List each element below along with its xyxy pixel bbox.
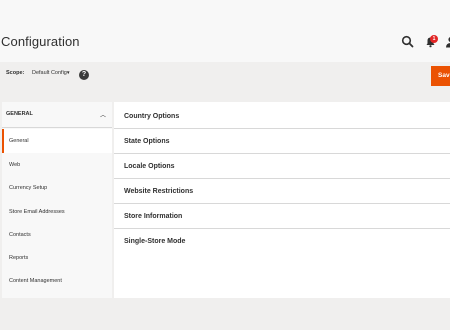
section-title: Store Information — [124, 213, 183, 220]
notification-badge[interactable]: 1 — [430, 35, 438, 43]
sidebar-section-title: GENERAL — [6, 111, 33, 117]
section-title: Country Options — [124, 113, 180, 120]
section-locale-options[interactable]: Locale Options — [114, 154, 450, 179]
search-icon[interactable] — [401, 35, 415, 49]
sidebar-item-store-email-addresses[interactable]: Store Email Addresses — [2, 200, 112, 224]
save-config-button[interactable]: Save — [431, 66, 450, 86]
chevron-up-icon[interactable]: ︿ — [100, 110, 106, 119]
scope-switcher[interactable]: Default Config — [32, 70, 67, 76]
section-title: Website Restrictions — [124, 188, 194, 195]
page-header — [0, 0, 450, 62]
sidebar-item-label: Store Email Addresses — [9, 209, 65, 215]
sidebar-item-label: Reports — [9, 255, 29, 261]
section-website-restrictions[interactable]: Website Restrictions — [114, 179, 450, 204]
sidebar-item-label: Currency Setup — [9, 185, 48, 191]
section-title: Locale Options — [124, 163, 175, 170]
sidebar-item-currency-setup[interactable]: Currency Setup — [2, 176, 112, 200]
help-icon[interactable]: ? — [79, 70, 89, 80]
sidebar-item-label: General — [9, 138, 29, 144]
section-title: State Options — [124, 138, 170, 145]
sidebar-item-label: Contacts — [9, 232, 31, 238]
sidebar-item-reports[interactable]: Reports — [2, 246, 112, 270]
sidebar-item-label: Content Management — [9, 278, 62, 284]
sidebar-item-web[interactable]: Web — [2, 153, 112, 177]
section-title: Single-Store Mode — [124, 238, 186, 245]
sidebar-item-label: Web — [9, 162, 21, 168]
sidebar-item-content-management[interactable]: Content Management — [2, 269, 112, 293]
sidebar-item-general[interactable]: General — [2, 129, 112, 153]
footer-strip — [0, 303, 450, 330]
section-store-information[interactable]: Store Information — [114, 204, 450, 229]
user-icon[interactable] — [444, 35, 450, 49]
scope-label: Scope: — [6, 70, 25, 76]
section-single-store-mode[interactable]: Single-Store Mode — [114, 229, 450, 254]
section-state-options[interactable]: State Options — [114, 129, 450, 154]
page-title: Configuration — [1, 34, 80, 49]
chevron-down-icon[interactable]: ▼ — [66, 70, 70, 75]
scope-bar — [0, 62, 450, 90]
section-country-options[interactable]: Country Options — [114, 104, 450, 129]
sidebar-item-contacts[interactable]: Contacts — [2, 223, 112, 247]
